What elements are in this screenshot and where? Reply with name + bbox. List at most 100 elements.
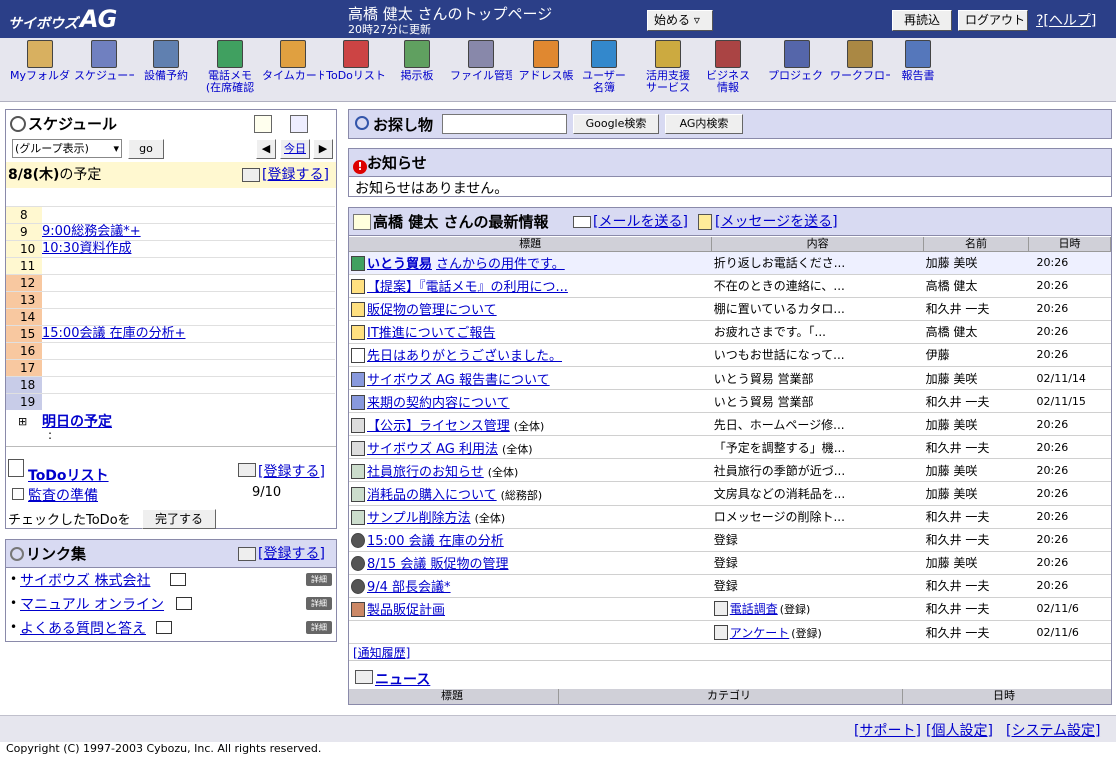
info-name-cell: 伊藤 bbox=[923, 343, 1029, 367]
help-link[interactable]: ?[ヘルプ] bbox=[1036, 10, 1096, 30]
start-button[interactable]: 始める ▿ bbox=[647, 10, 713, 31]
info-panel: 高橋 健太 さんの最新情報 [メールを送る] [メッセージを送る] 標題 内容 … bbox=[348, 207, 1112, 705]
news-title[interactable]: ニュース bbox=[375, 669, 430, 689]
info-content-text: いとう貿易 営業部 bbox=[713, 371, 814, 386]
next-day-button[interactable]: ▶ bbox=[313, 139, 333, 159]
toolbar-item-0[interactable]: Myフォルダ bbox=[10, 40, 70, 82]
schedule-hour-row: 10 10:30資料作成 bbox=[6, 240, 335, 257]
toolbar-item-label: タイムカード bbox=[262, 70, 324, 82]
info-title-link[interactable]: IT推進についてご報告 bbox=[367, 326, 495, 341]
toolbar-item-12[interactable]: プロジェクト bbox=[768, 40, 826, 82]
schedule-date: 8/8(木) bbox=[8, 167, 60, 183]
notification-history-link[interactable]: [通知履歴] bbox=[353, 644, 410, 661]
info-title-link[interactable]: 社員旅行のお知らせ bbox=[367, 465, 484, 480]
link-item[interactable]: よくある質問と答え bbox=[20, 618, 146, 638]
detail-button[interactable]: 詳細 bbox=[306, 621, 332, 634]
link-item[interactable]: マニュアル オンライン bbox=[20, 594, 164, 614]
new-window-icon[interactable] bbox=[176, 597, 192, 610]
todo-title[interactable]: ToDoリスト bbox=[28, 465, 109, 485]
info-title-link[interactable]: 8/15 会議 販促物の管理 bbox=[367, 557, 508, 572]
toolbar-item-8[interactable]: アドレス帳 bbox=[516, 40, 576, 82]
links-register-link[interactable]: [登録する] bbox=[258, 540, 325, 568]
complete-button[interactable]: 完了する bbox=[142, 509, 216, 529]
info-title-link[interactable]: サンプル削除方法 bbox=[367, 511, 471, 526]
tomorrow-link[interactable]: 明日の予定 bbox=[42, 411, 112, 431]
footer-bar: [サポート] [個人設定] [システム設定] bbox=[0, 715, 1116, 742]
expand-icon[interactable]: ⊞ bbox=[18, 415, 27, 428]
logout-button[interactable]: ログアウト bbox=[958, 10, 1028, 31]
toolbar-item-3[interactable]: 電話メモ (在席確認 bbox=[200, 40, 260, 94]
today-button[interactable]: 今日 bbox=[280, 139, 310, 159]
toolbar-item-9[interactable]: ユーザー 名簿 bbox=[580, 40, 628, 94]
schedule-event[interactable]: 10:30資料作成 bbox=[42, 241, 131, 257]
toolbar-item-14[interactable]: 報告書 bbox=[896, 40, 940, 82]
board-icon bbox=[351, 417, 365, 433]
ag-search-button[interactable]: AG内検索 bbox=[665, 114, 743, 134]
new-window-icon[interactable] bbox=[156, 621, 172, 634]
info-title-link[interactable]: サイボウズ AG 利用法 bbox=[367, 442, 498, 457]
cybozu-ag-logo[interactable]: サイボウズ AG bbox=[6, 4, 130, 34]
go-button[interactable]: go bbox=[128, 139, 164, 159]
schedule-hour-row: 9 9:00総務会議*+ bbox=[6, 223, 335, 240]
info-title-link[interactable]: 製品販促計画 bbox=[367, 603, 445, 618]
update-time: 20時27分に更新 bbox=[348, 23, 431, 36]
report-icon bbox=[351, 394, 365, 410]
toolbar-item-2[interactable]: 設備予約 bbox=[136, 40, 196, 82]
search-input[interactable] bbox=[442, 114, 567, 134]
info-title-link-suffix[interactable]: さんからの用件です。 bbox=[436, 257, 565, 272]
toolbar-item-7[interactable]: ファイル管理 bbox=[450, 40, 512, 82]
toolbar-item-5[interactable]: ToDoリスト bbox=[326, 40, 386, 82]
google-search-button[interactable]: Google検索 bbox=[573, 114, 659, 134]
send-mail-link[interactable]: [メールを送る] bbox=[593, 208, 688, 236]
system-settings-link[interactable]: [システム設定] bbox=[1006, 720, 1101, 740]
group-select[interactable]: (グループ表示) ▾ bbox=[12, 139, 122, 158]
schedule-register-link[interactable]: [登録する] bbox=[262, 162, 329, 188]
toolbar-item-10[interactable]: 活用支援 サービス bbox=[640, 40, 696, 94]
header: サイボウズ AG 高橋 健太 さんのトップページ 20時27分に更新 始める ▿… bbox=[0, 0, 1116, 38]
info-title-link[interactable]: 販促物の管理について bbox=[367, 303, 497, 318]
info-title-link[interactable]: 消耗品の購入について bbox=[367, 488, 497, 503]
prev-day-button[interactable]: ◀ bbox=[256, 139, 276, 159]
info-name-cell: 和久井 一夫 bbox=[923, 435, 1029, 460]
info-name-cell: 和久井 一夫 bbox=[923, 597, 1029, 622]
todo-register-link[interactable]: [登録する] bbox=[258, 461, 325, 481]
info-row: 【提案】『電話メモ』の利用につ... 不在のときの連絡に、... 高橋 健太 20:2… bbox=[349, 274, 1111, 298]
info-title-link[interactable]: 【公示】ライセンス管理 bbox=[367, 419, 510, 434]
info-title-link[interactable]: サイボウズ AG 報告書について bbox=[367, 373, 550, 388]
schedule-event[interactable]: 15:00会議 在庫の分析+ bbox=[42, 326, 186, 342]
group-view-icon[interactable] bbox=[254, 115, 272, 133]
toolbar-item-1[interactable]: スケジューー bbox=[74, 40, 134, 82]
reload-button[interactable]: 再読込 bbox=[892, 10, 952, 31]
info-title-scope: (全体) bbox=[502, 442, 533, 456]
info-row: IT推進についてご報告 お疲れさまです。「... 高橋 健太 20:26 bbox=[349, 320, 1111, 344]
toolbar-item-13[interactable]: ワークフロー bbox=[830, 40, 890, 82]
personal-settings-link[interactable]: [個人設定] bbox=[926, 720, 993, 740]
info-title-link[interactable]: 15:00 会議 在庫の分析 bbox=[367, 534, 504, 549]
info-content-link[interactable]: 電話調査 bbox=[730, 602, 778, 616]
search-title: お探し物 bbox=[373, 116, 434, 134]
new-window-icon[interactable] bbox=[170, 573, 186, 586]
report-icon bbox=[905, 40, 931, 68]
info-title-link[interactable]: 9/4 部長会議* bbox=[367, 580, 451, 595]
detail-button[interactable]: 詳細 bbox=[306, 597, 332, 610]
todo-item[interactable]: 監査の準備 bbox=[28, 485, 98, 505]
info-title-link[interactable]: 【提案】『電話メモ』の利用につ... bbox=[367, 280, 568, 295]
send-message-link[interactable]: [メッセージを送る] bbox=[715, 208, 838, 236]
toolbar-item-4[interactable]: タイムカード bbox=[262, 40, 324, 82]
info-title-link[interactable]: 先日はありがとうございました。 bbox=[367, 349, 562, 364]
info-name-cell: 和久井 一夫 bbox=[923, 620, 1029, 645]
schedule-event[interactable]: 9:00総務会議*+ bbox=[42, 224, 141, 240]
info-title-link[interactable]: 来期の契約内容について bbox=[367, 396, 510, 411]
toolbar-item-11[interactable]: ビジネス 情報 bbox=[704, 40, 752, 94]
todo-checkbox[interactable] bbox=[12, 488, 24, 500]
toolbar-item-6[interactable]: 掲示板 bbox=[392, 40, 442, 82]
schedule-date-suffix: の予定 bbox=[59, 167, 102, 183]
info-content-link[interactable]: アンケート bbox=[730, 626, 790, 640]
info-title-link[interactable]: いとう貿易 bbox=[367, 257, 432, 272]
info-content-text: 「予定を調整する」機... bbox=[713, 440, 846, 455]
link-item[interactable]: サイボウズ 株式会社 bbox=[20, 570, 150, 590]
support-link[interactable]: [サポート] bbox=[854, 720, 921, 740]
info-content-cell: 電話調査 (登録) bbox=[711, 597, 924, 622]
calendar-view-icon[interactable] bbox=[290, 115, 308, 133]
detail-button[interactable]: 詳細 bbox=[306, 573, 332, 586]
